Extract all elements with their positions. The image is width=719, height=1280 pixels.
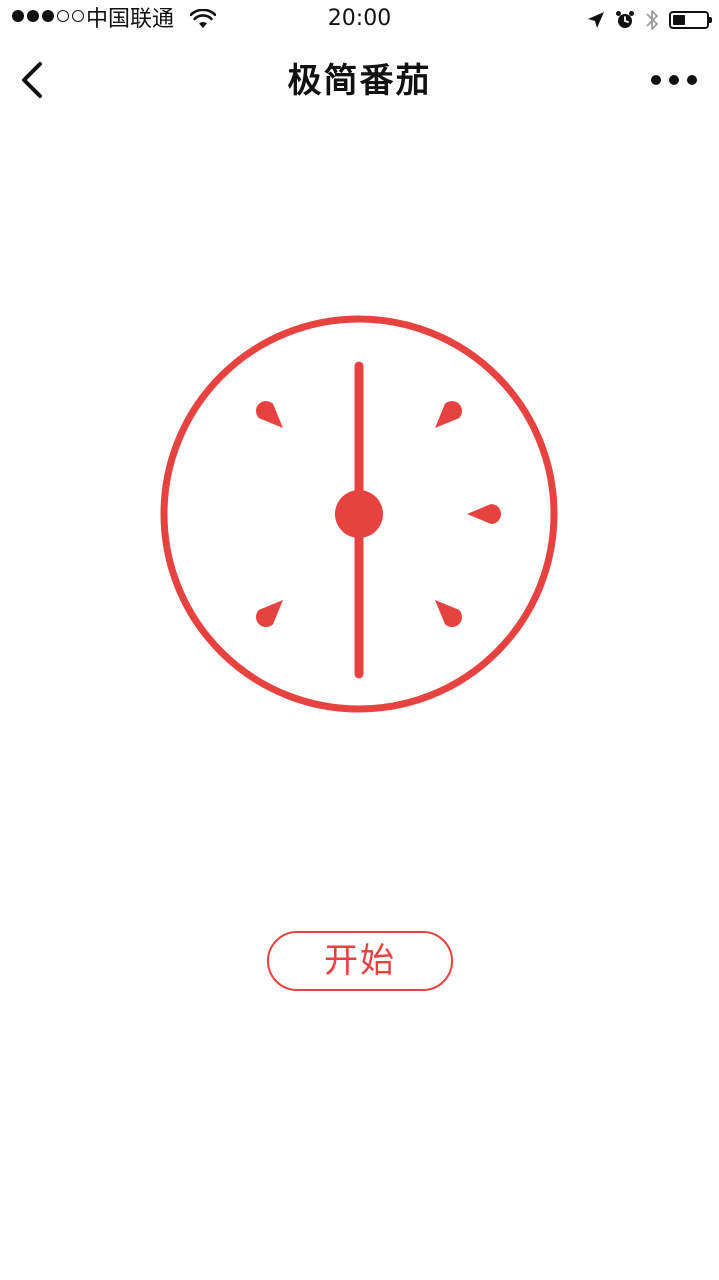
clock-petal — [435, 401, 462, 428]
battery-level — [673, 15, 685, 25]
clock-petal — [256, 401, 283, 428]
clock-center — [335, 490, 383, 538]
status-bar: 中国联通 20:00 — [0, 0, 719, 40]
bluetooth-icon — [646, 10, 658, 30]
ellipsis-dot — [669, 75, 679, 85]
timer-clock-icon — [160, 315, 558, 713]
page-title: 极简番茄 — [287, 61, 432, 101]
clock-petal — [467, 504, 501, 524]
location-arrow-icon — [588, 12, 604, 28]
ellipsis-dot — [651, 75, 661, 85]
more-options-button[interactable] — [651, 68, 697, 92]
clock-petal — [256, 600, 283, 627]
ellipsis-dot — [687, 75, 697, 85]
nav-bar: 极简番茄 — [0, 40, 719, 124]
clock-petal — [435, 600, 462, 627]
start-button[interactable]: 开始 — [267, 931, 453, 991]
battery-icon — [669, 11, 712, 29]
alarm-icon — [616, 11, 634, 28]
